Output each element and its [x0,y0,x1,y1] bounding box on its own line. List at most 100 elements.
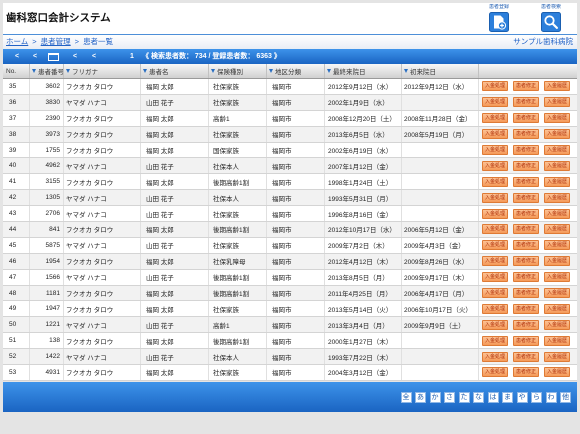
column-header-insurance[interactable]: 保険種別 [209,64,267,78]
edit-patient-button[interactable]: 患者修正 [513,192,539,203]
payment-button[interactable]: 入金処理 [482,224,508,235]
column-header-name[interactable]: 患者名 [141,64,209,78]
edit-patient-button[interactable]: 患者修正 [513,351,539,362]
payment-history-button[interactable]: 入金履歴 [544,81,570,92]
payment-button[interactable]: 入金処理 [482,97,508,108]
payment-button[interactable]: 入金処理 [482,256,508,267]
table-row: 41 3155 フクオカ タロウ 福岡 太郎 後期高齢1割 福岡市 1998年1月24日（土… [3,174,577,191]
column-header-last-visit[interactable]: 最終来院日 [325,64,402,78]
kana-filter-button[interactable]: ま [502,392,513,403]
edit-patient-button[interactable]: 患者修正 [513,272,539,283]
cell-last-visit: 2007年1月12日（金） [325,158,402,174]
cell-kana: ヤマダ ハナコ [64,237,141,253]
payment-button[interactable]: 入金処理 [482,129,508,140]
payment-button[interactable]: 入金処理 [482,176,508,187]
payment-button[interactable]: 入金処理 [482,272,508,283]
kana-filter-button[interactable]: あ [415,392,426,403]
payment-button[interactable]: 入金処理 [482,288,508,299]
kana-filter-button[interactable]: や [516,392,528,403]
payment-button[interactable]: 入金処理 [482,367,508,378]
edit-patient-button[interactable]: 患者修正 [513,224,539,235]
edit-patient-button[interactable]: 患者修正 [513,81,539,92]
edit-patient-button[interactable]: 患者修正 [513,240,539,251]
edit-patient-button[interactable]: 患者修正 [513,113,539,124]
payment-button[interactable]: 入金処理 [482,319,508,330]
edit-patient-button[interactable]: 患者修正 [513,319,539,330]
patient-search-button[interactable]: 患者検索 [537,4,565,32]
payment-history-button[interactable]: 入金履歴 [544,160,570,171]
kana-filter-button[interactable]: さ [444,392,455,403]
pager-next-button[interactable]: < [73,49,77,64]
payment-history-button[interactable]: 入金履歴 [544,319,570,330]
row-actions: 入金処理 患者修正 入金履歴 [479,317,577,332]
payment-button[interactable]: 入金処理 [482,145,508,155]
payment-history-button[interactable]: 入金履歴 [544,192,570,203]
payment-button[interactable]: 入金処理 [482,81,508,92]
edit-patient-button[interactable]: 患者修正 [513,256,539,267]
edit-patient-button[interactable]: 患者修正 [513,160,539,171]
kana-filter-button[interactable]: か [429,392,441,403]
payment-button[interactable]: 入金処理 [482,303,508,314]
pager-prev-button[interactable]: < [33,49,37,64]
cell-patient-id: 1422 [30,349,64,365]
column-header-kana[interactable]: フリガナ [64,64,141,78]
cell-kana: ヤマダ ハナコ [64,206,141,222]
payment-history-button[interactable]: 入金履歴 [544,335,570,346]
payment-history-button[interactable]: 入金履歴 [544,256,570,267]
payment-history-button[interactable]: 入金履歴 [544,113,570,124]
edit-patient-button[interactable]: 患者修正 [513,176,539,187]
row-actions: 入金処理 患者修正 入金履歴 [479,174,577,189]
payment-history-button[interactable]: 入金履歴 [544,351,570,362]
kana-filter-button[interactable]: は [487,392,499,403]
payment-history-button[interactable]: 入金履歴 [544,224,570,235]
cell-first-visit [402,349,479,365]
payment-history-button[interactable]: 入金履歴 [544,240,570,251]
payment-history-button[interactable]: 入金履歴 [544,367,570,378]
payment-button[interactable]: 入金処理 [482,208,508,219]
pager-last-button[interactable]: < [92,49,96,64]
edit-patient-button[interactable]: 患者修正 [513,129,539,140]
edit-patient-button[interactable]: 患者修正 [513,303,539,314]
payment-history-button[interactable]: 入金履歴 [544,129,570,140]
calendar-icon[interactable] [48,53,59,61]
edit-patient-button[interactable]: 患者修正 [513,208,539,219]
payment-button[interactable]: 入金処理 [482,351,508,362]
patient-register-button[interactable]: 患者登録 [485,4,513,32]
payment-history-button[interactable]: 入金履歴 [544,97,570,108]
kana-filter-button[interactable]: 他 [560,392,571,403]
breadcrumb-patient-management-link[interactable]: 患者管理 [41,37,71,46]
pager-first-button[interactable]: < [15,49,19,64]
cell-first-visit [402,142,479,158]
row-actions: 入金処理 患者修正 入金履歴 [479,349,577,364]
payment-button[interactable]: 入金処理 [482,160,508,171]
edit-patient-button[interactable]: 患者修正 [513,288,539,299]
kana-filter-button[interactable]: ら [531,392,542,403]
payment-button[interactable]: 入金処理 [482,113,508,124]
column-header-first-visit[interactable]: 初来院日 [402,64,479,78]
column-header-district[interactable]: 地区分類 [267,64,325,78]
payment-history-button[interactable]: 入金履歴 [544,303,570,314]
payment-history-button[interactable]: 入金履歴 [544,272,570,283]
payment-button[interactable]: 入金処理 [482,335,508,346]
payment-history-button[interactable]: 入金履歴 [544,208,570,219]
cell-no: 51 [3,333,30,349]
edit-patient-button[interactable]: 患者修正 [513,335,539,346]
kana-filter-button[interactable]: た [458,392,470,403]
edit-patient-button[interactable]: 患者修正 [513,97,539,108]
column-header-no[interactable]: No. [3,64,30,78]
kana-filter-button[interactable]: わ [545,392,557,403]
payment-history-button[interactable]: 入金履歴 [544,176,570,187]
edit-patient-button[interactable]: 患者修正 [513,145,539,155]
breadcrumb-home-link[interactable]: ホーム [6,37,28,46]
edit-patient-button[interactable]: 患者修正 [513,367,539,378]
column-header-patient-id[interactable]: 患者番号 [30,64,64,78]
sort-icon [66,69,70,73]
kana-filter-button[interactable]: 全 [400,392,412,403]
kana-filter-button[interactable]: な [473,392,484,403]
cell-last-visit: 1996年8月16日（金） [325,206,402,222]
cell-district: 福岡市 [267,253,325,269]
payment-button[interactable]: 入金処理 [482,192,508,203]
payment-history-button[interactable]: 入金履歴 [544,288,570,299]
payment-button[interactable]: 入金処理 [482,240,508,251]
payment-history-button[interactable]: 入金履歴 [544,145,570,155]
